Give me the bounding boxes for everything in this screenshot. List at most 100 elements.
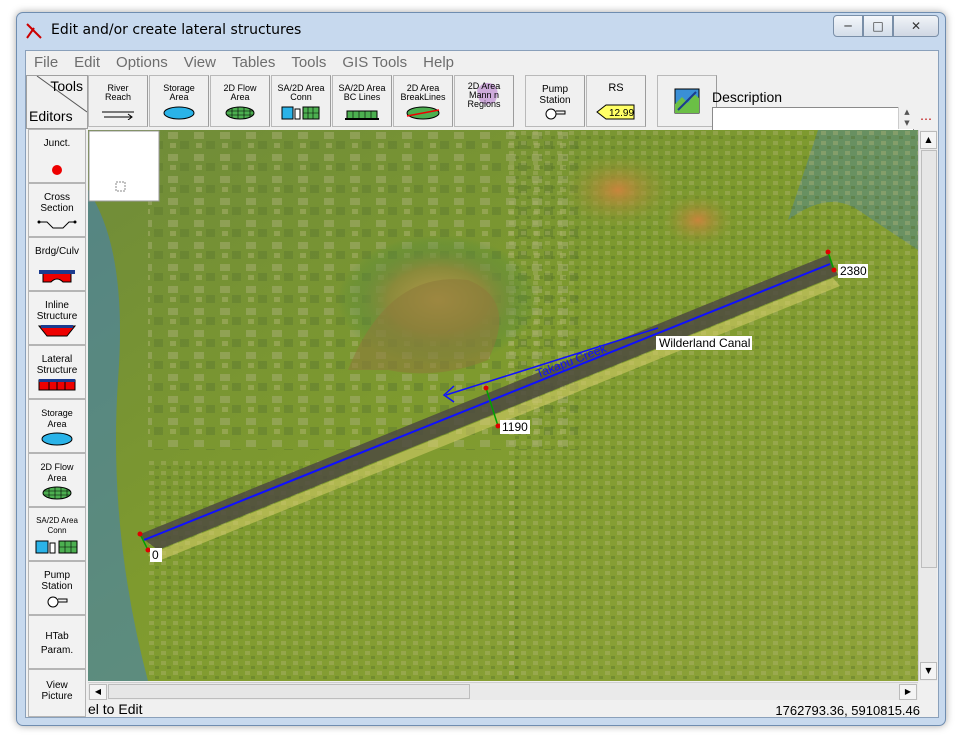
menu-tables[interactable]: Tables <box>224 54 283 71</box>
editors-label: Editors <box>29 108 73 124</box>
2d-flow-area-tool[interactable]: 2D Flow Area <box>210 75 270 127</box>
xs-endpoint <box>495 423 501 429</box>
inline-structure-icon <box>37 325 77 337</box>
vertical-scrollbar[interactable]: ▲ ▼ <box>918 130 937 681</box>
editor-label: Junct. <box>43 138 71 149</box>
menu-tools[interactable]: Tools <box>283 54 334 71</box>
maximize-button[interactable]: □ <box>863 15 893 37</box>
scroll-up-icon[interactable]: ▲ <box>920 131 937 149</box>
editor-label: Section <box>40 203 74 214</box>
reach-name-label: Wilderland Canal <box>659 336 750 350</box>
close-icon: ✕ <box>910 19 922 33</box>
xs-endpoint <box>825 249 831 255</box>
title-bar: Edit and/or create lateral structures ─ … <box>17 13 945 47</box>
menu-options[interactable]: Options <box>108 54 176 71</box>
storage-area-editor[interactable]: Storage Area <box>28 399 86 453</box>
pump-icon <box>47 596 68 608</box>
view-picture-editor[interactable]: View Picture <box>28 669 86 717</box>
client-area: File Edit Options View Tables Tools GIS … <box>25 50 939 718</box>
tool-label: Reach <box>104 92 131 102</box>
tool-label: Conn <box>290 92 312 102</box>
close-button[interactable]: ✕ <box>893 15 939 37</box>
map-canvas[interactable]: Takapu Creek Wilderland Canal 2380 1190 … <box>88 130 918 681</box>
toolbar: River Reach Storage Area 2D Flow Area SA/2D… <box>88 75 718 127</box>
lateral-structure-editor[interactable]: Lateral Structure <box>28 345 86 399</box>
vertical-scroll-thumb[interactable] <box>921 150 937 568</box>
2d-area-breaklines-tool[interactable]: 2D Area BreakLines <box>393 75 453 127</box>
station-label[interactable]: 0 <box>152 548 159 562</box>
editor-label: View <box>46 680 68 691</box>
description-input[interactable] <box>712 107 914 131</box>
station-label[interactable]: 1190 <box>502 420 528 434</box>
grid-area-icon <box>42 486 72 500</box>
menu-file[interactable]: File <box>26 54 66 71</box>
spin-down-icon: ▼ <box>904 119 910 127</box>
editor-label: Storage <box>41 408 73 418</box>
horizontal-scroll-thumb[interactable] <box>108 684 470 699</box>
tool-label: Area <box>169 92 189 102</box>
main-window: Edit and/or create lateral structures ─ … <box>16 12 946 726</box>
xs-endpoint <box>483 385 489 391</box>
residential-blocks <box>148 460 518 681</box>
2d-area-mann-n-tool[interactable]: 2D Area Mann n Regions <box>454 75 514 127</box>
description-label: Description <box>712 89 783 105</box>
sa-2d-bc-lines-tool[interactable]: SA/2D Area BC Lines <box>332 75 392 127</box>
tool-label: Pump <box>541 84 569 95</box>
editors-sidebar: Junct. Cross Section Brdg/Culv Inline Stru… <box>26 129 86 717</box>
storage-area-icon <box>41 432 73 446</box>
editor-label: Structure <box>36 311 78 322</box>
menu-bar: File Edit Options View Tables Tools GIS … <box>26 51 938 73</box>
tool-label: Station <box>539 95 571 106</box>
pump-station-editor[interactable]: Pump Station <box>28 561 86 615</box>
xs-endpoint <box>831 267 837 273</box>
editor-label: Lateral <box>41 354 73 365</box>
rs-value: 12.99 <box>609 108 634 119</box>
menu-edit[interactable]: Edit <box>66 54 108 71</box>
menu-gis-tools[interactable]: GIS Tools <box>334 54 415 71</box>
pump-station-tool[interactable]: Pump Station <box>525 75 585 127</box>
editor-label: Area <box>47 473 67 483</box>
tools-editors-header: Tools Editors <box>26 75 88 129</box>
xs-endpoint <box>137 531 143 537</box>
sa-2d-area-conn-editor[interactable]: SA/2D Area Conn <box>28 507 86 561</box>
cross-section-editor[interactable]: Cross Section <box>28 183 86 237</box>
maximize-icon: □ <box>872 19 884 33</box>
junction-editor[interactable]: Junct. <box>28 129 86 183</box>
rs-tool[interactable]: RS 12.99 <box>586 75 646 127</box>
rs-tag-icon: 12.99 <box>596 104 635 120</box>
ellipsis-icon: … <box>920 109 932 123</box>
editor-label: Param. <box>40 645 74 656</box>
htab-param-editor[interactable]: HTab Param. <box>28 615 86 669</box>
tools-label: Tools <box>50 78 83 94</box>
inline-structure-editor[interactable]: Inline Structure <box>28 291 86 345</box>
scroll-left-icon[interactable]: ◀ <box>89 684 107 700</box>
map-layers-tool[interactable] <box>657 75 717 127</box>
editor-label: Pump <box>43 570 71 581</box>
sa-2d-area-conn-tool[interactable]: SA/2D Area Conn <box>271 75 331 127</box>
scroll-down-icon[interactable]: ▼ <box>920 662 937 680</box>
menu-help[interactable]: Help <box>415 54 462 71</box>
description-spinner[interactable]: ▲ ▼ <box>898 107 915 129</box>
2d-flow-area-editor[interactable]: 2D Flow Area <box>28 453 86 507</box>
description-more-button[interactable]: … <box>920 109 938 129</box>
arrow-icon <box>102 111 134 120</box>
minimize-button[interactable]: ─ <box>833 15 863 37</box>
editor-label: Brdg/Culv <box>35 246 79 257</box>
editor-label: Conn <box>47 526 67 535</box>
menu-view[interactable]: View <box>176 54 224 71</box>
editor-label: HTab <box>45 631 69 642</box>
tool-label: BC Lines <box>343 92 381 102</box>
connection-icon <box>281 106 320 120</box>
bridge-culvert-editor[interactable]: Brdg/Culv <box>28 237 86 291</box>
xs-endpoint <box>145 547 151 553</box>
geometry-map[interactable]: Takapu Creek Wilderland Canal 2380 1190 … <box>88 130 918 681</box>
storage-area-tool[interactable]: Storage Area <box>149 75 209 127</box>
horizontal-scrollbar[interactable]: ◀ ▶ <box>88 682 918 700</box>
status-hint: el to Edit <box>88 701 143 717</box>
tool-label: Area <box>230 92 250 102</box>
lateral-structure-icon <box>38 379 76 391</box>
pump-icon <box>545 108 566 120</box>
station-label[interactable]: 2380 <box>840 264 867 278</box>
scroll-right-icon[interactable]: ▶ <box>899 684 917 700</box>
river-reach-tool[interactable]: River Reach <box>88 75 148 127</box>
